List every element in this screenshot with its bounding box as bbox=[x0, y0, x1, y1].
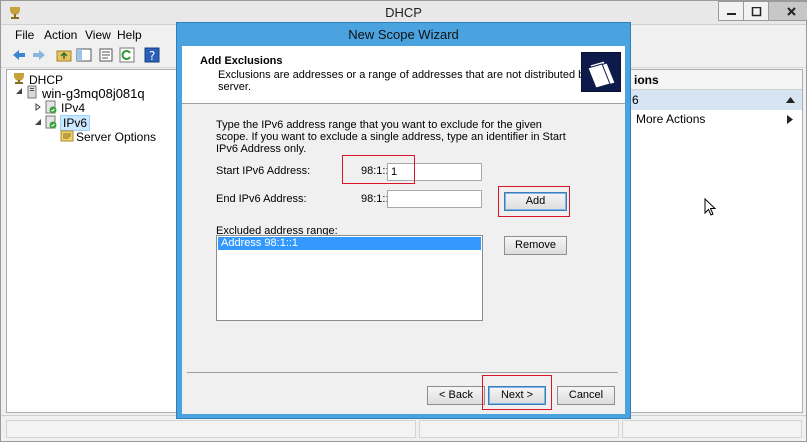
status-cell bbox=[419, 420, 619, 438]
end-address-prefix: 98:1:: bbox=[361, 193, 389, 205]
help-icon[interactable]: ? bbox=[144, 47, 160, 63]
close-button[interactable] bbox=[768, 1, 807, 21]
actions-section-ipv6[interactable]: 6 bbox=[614, 90, 802, 110]
menu-action[interactable]: Action bbox=[44, 28, 77, 42]
collapsed-arrow-icon[interactable] bbox=[34, 103, 42, 111]
properties-icon[interactable] bbox=[98, 47, 114, 63]
wizard-footer-separator bbox=[187, 372, 618, 373]
menu-view[interactable]: View bbox=[85, 28, 111, 42]
console-tree: DHCP win-g3mq08j081q IPv4 IPv6 Server Op… bbox=[6, 69, 183, 413]
highlight-next-button bbox=[482, 375, 552, 410]
maximize-button[interactable] bbox=[743, 1, 769, 21]
minimize-button[interactable] bbox=[718, 1, 744, 21]
submenu-arrow-icon bbox=[787, 115, 793, 124]
highlight-start-prefix bbox=[342, 155, 415, 184]
server-icon bbox=[27, 85, 37, 99]
server-options-icon bbox=[60, 130, 74, 142]
tree-item-label: win-g3mq08j081q bbox=[42, 86, 145, 101]
folder-up-icon[interactable] bbox=[56, 47, 72, 63]
cancel-button[interactable]: Cancel bbox=[557, 386, 615, 405]
expanded-arrow-icon[interactable] bbox=[15, 87, 23, 95]
wizard-title-bar: New Scope Wizard bbox=[177, 23, 630, 45]
wizard-folders-icon bbox=[581, 52, 621, 92]
status-cell bbox=[6, 420, 416, 438]
refresh-icon[interactable] bbox=[119, 47, 135, 63]
back-arrow-icon[interactable] bbox=[11, 47, 27, 63]
back-button[interactable]: < Back bbox=[427, 386, 485, 405]
forward-arrow-icon[interactable] bbox=[31, 47, 47, 63]
page-subtitle: Exclusions are addresses or a range of a… bbox=[218, 69, 609, 93]
status-cell bbox=[622, 420, 802, 438]
dhcp-trophy-icon bbox=[14, 73, 24, 84]
mouse-cursor-icon bbox=[704, 198, 717, 216]
start-address-label: Start IPv6 Address: bbox=[216, 165, 311, 177]
ipv6-node-icon bbox=[45, 115, 57, 129]
instructions-text: Type the IPv6 address range that you wan… bbox=[216, 119, 566, 155]
ipv4-node-icon bbox=[45, 100, 57, 114]
actions-section-label: 6 bbox=[632, 93, 639, 107]
highlight-add-button bbox=[498, 186, 570, 217]
tree-item-label: Server Options bbox=[76, 130, 157, 144]
excluded-range-list[interactable]: Address 98:1::1 bbox=[216, 235, 483, 321]
dhcp-window-title: DHCP bbox=[385, 5, 422, 20]
close-icon bbox=[787, 7, 796, 16]
new-scope-wizard: New Scope Wizard Add Exclusions Exclusio… bbox=[176, 22, 631, 419]
page-title: Add Exclusions bbox=[200, 55, 283, 67]
actions-header-label: ions bbox=[634, 73, 659, 87]
list-item[interactable]: Address 98:1::1 bbox=[218, 237, 481, 250]
menu-help[interactable]: Help bbox=[117, 28, 142, 42]
minimize-icon bbox=[727, 13, 736, 15]
show-hide-tree-icon[interactable] bbox=[76, 47, 92, 63]
remove-button[interactable]: Remove bbox=[504, 236, 567, 255]
expanded-arrow-icon[interactable] bbox=[34, 118, 42, 126]
end-address-input[interactable] bbox=[387, 190, 482, 208]
actions-header: ions bbox=[614, 70, 802, 90]
collapse-up-icon[interactable] bbox=[786, 96, 795, 103]
maximize-icon bbox=[751, 7, 762, 17]
wizard-title: New Scope Wizard bbox=[348, 27, 459, 42]
wizard-header: Add Exclusions Exclusions are addresses … bbox=[182, 46, 625, 104]
tree-item-label: IPv4 bbox=[61, 101, 86, 115]
menu-file[interactable]: File bbox=[15, 28, 34, 42]
more-actions-item[interactable]: More Actions bbox=[636, 112, 705, 126]
actions-pane: ions 6 More Actions bbox=[613, 69, 803, 413]
svg-text:?: ? bbox=[149, 49, 155, 63]
end-address-label: End IPv6 Address: bbox=[216, 193, 307, 205]
